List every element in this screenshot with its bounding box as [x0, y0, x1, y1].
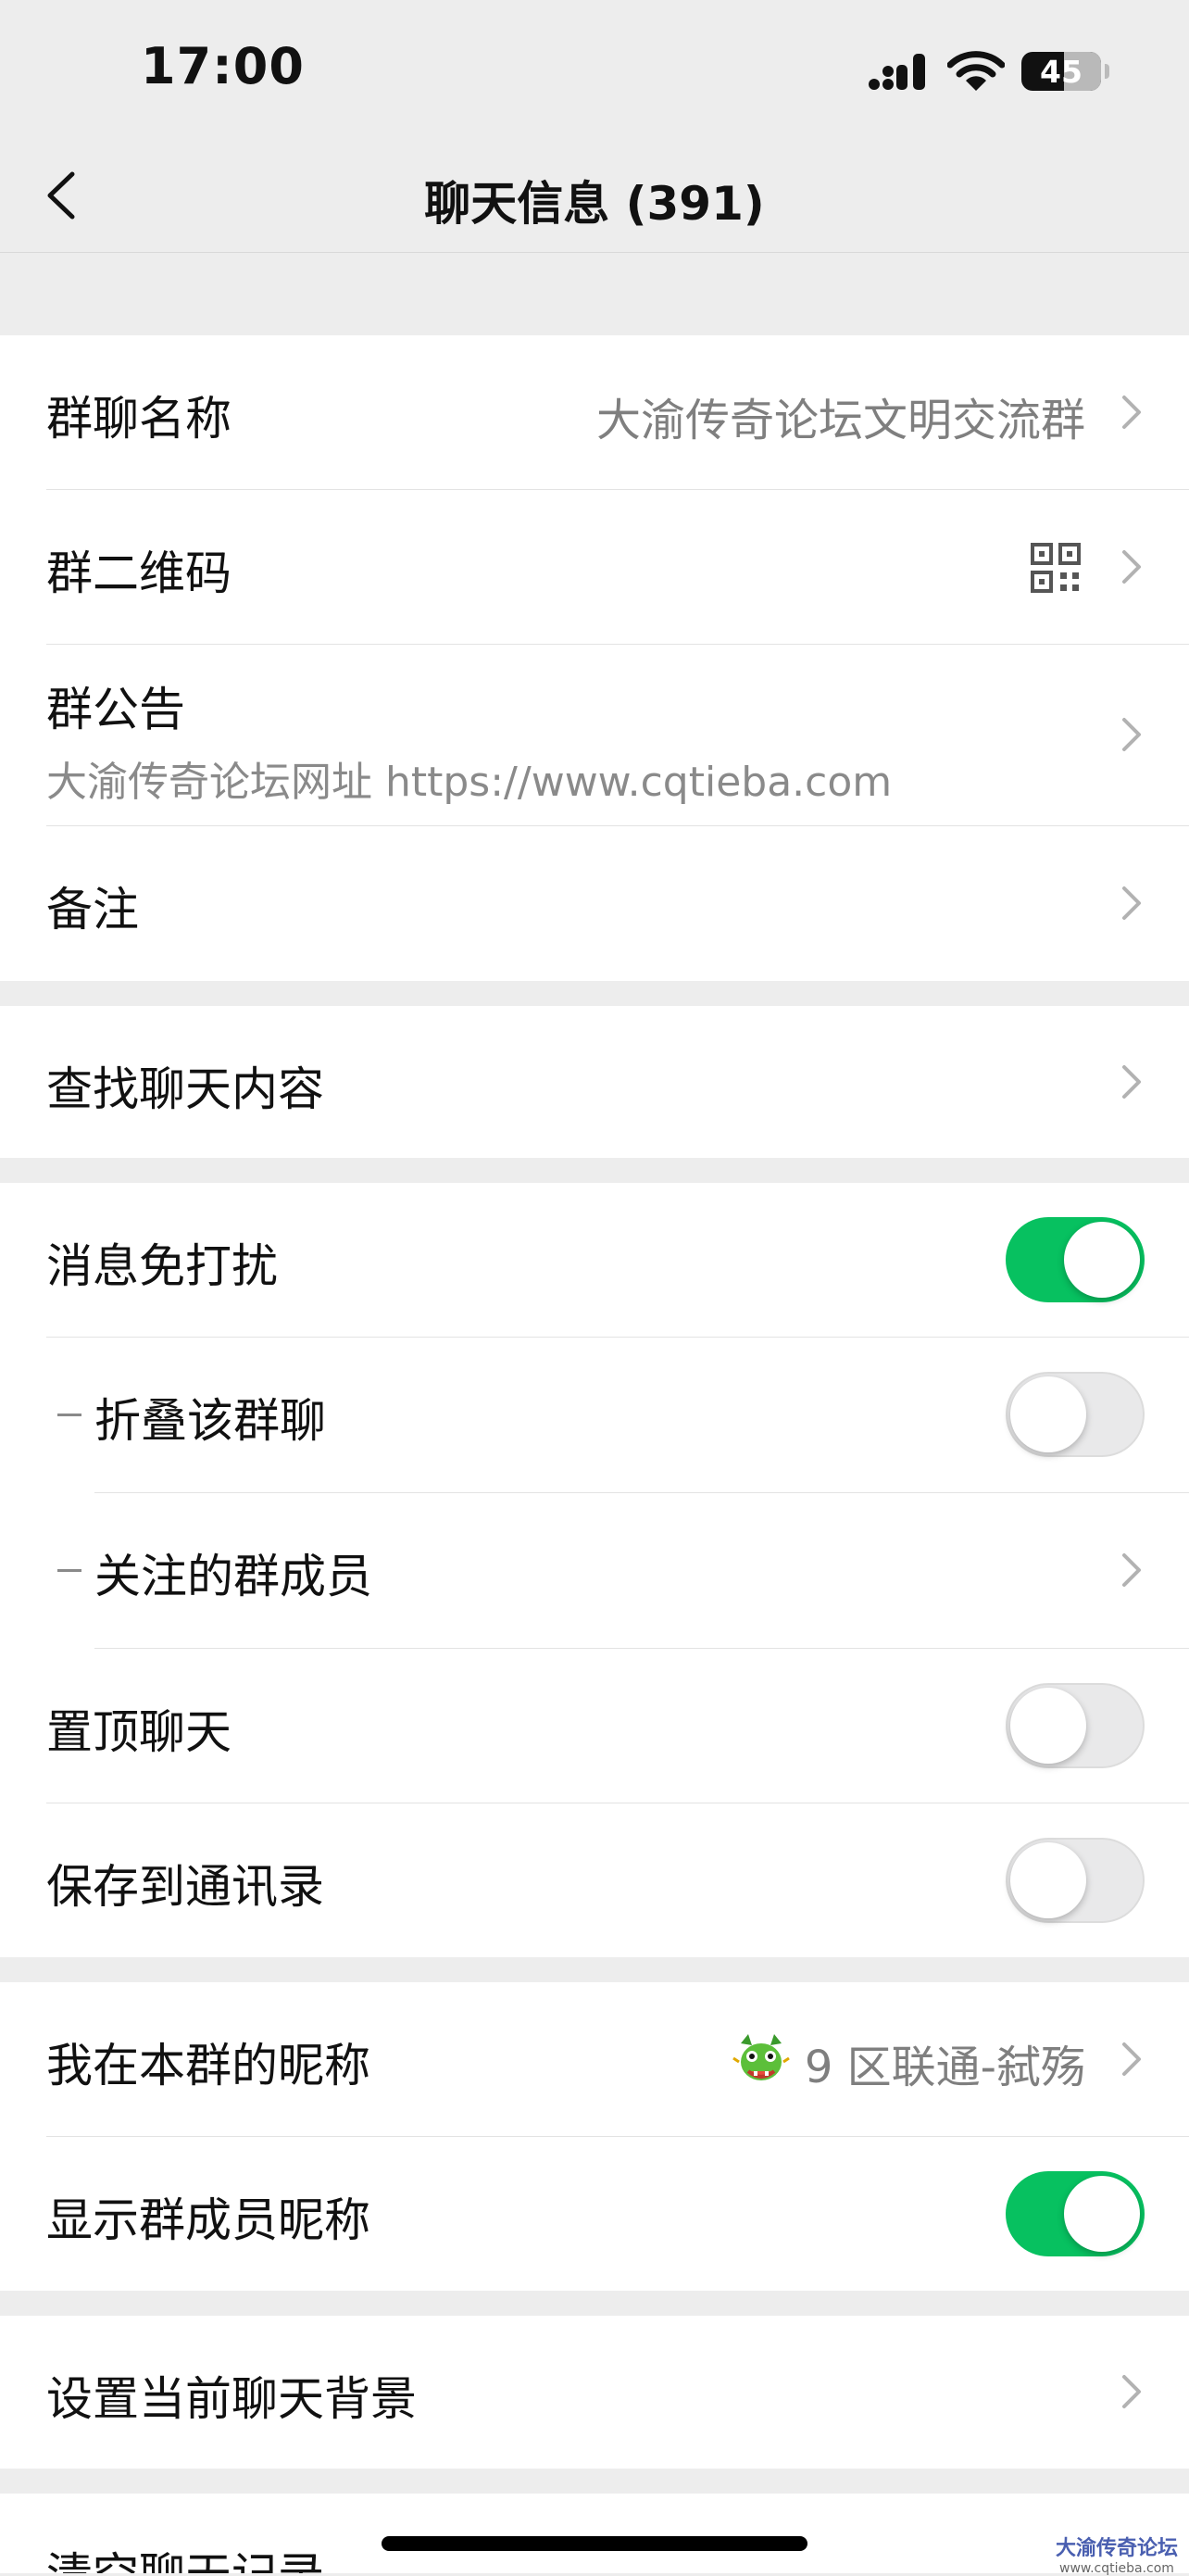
section-group-info: 群聊名称 大渝传奇论坛文明交流群 群二维码 群公告 大渝传奇论坛网址 https…: [0, 335, 1189, 981]
section-settings: 消息免打扰 折叠该群聊 关注的群成员 置顶聊天 保存到通讯录: [0, 1183, 1189, 1957]
followed-members-row[interactable]: 关注的群成员: [0, 1493, 1189, 1648]
watermark-title: 大渝传奇论坛: [1055, 2537, 1178, 2560]
mute-row: 消息免打扰: [0, 1183, 1189, 1337]
clear-history-label: 清空聊天记录: [46, 2538, 324, 2573]
announcement-preview: 大渝传奇论坛网址 https://www.cqtieba.com: [46, 759, 893, 806]
status-icons: 45: [868, 46, 1109, 96]
chevron-right-icon: [1122, 550, 1141, 584]
chevron-right-icon: [1122, 1553, 1141, 1587]
search-chat-row[interactable]: 查找聊天内容: [0, 1006, 1189, 1158]
my-nickname-label: 我在本群的昵称: [46, 2039, 370, 2092]
cellular-signal-icon: [869, 54, 925, 90]
status-bar: 17:00 45: [0, 0, 1189, 139]
section-background: 设置当前聊天背景: [0, 2316, 1189, 2469]
pin-chat-row: 置顶聊天: [0, 1649, 1189, 1803]
dragon-emoji-icon: [732, 2034, 790, 2080]
chat-background-row[interactable]: 设置当前聊天背景: [0, 2316, 1189, 2469]
group-name-value: 大渝传奇论坛文明交流群: [595, 395, 1085, 446]
show-nicknames-row: 显示群成员昵称: [0, 2137, 1189, 2291]
watermark: 大渝传奇论坛 www.cqtieba.com: [1056, 2532, 1178, 2576]
mute-label: 消息免打扰: [46, 1239, 278, 1293]
page-title: 聊天信息 (391): [424, 177, 765, 231]
chevron-right-icon: [1122, 396, 1141, 429]
qr-code-label: 群二维码: [46, 547, 232, 600]
wifi-icon: [947, 51, 1005, 91]
chevron-right-icon: [1122, 2375, 1141, 2408]
group-name-label: 群聊名称: [46, 392, 232, 446]
qr-code-row[interactable]: 群二维码: [0, 490, 1189, 644]
save-contacts-row: 保存到通讯录: [0, 1803, 1189, 1957]
qr-code-icon: [1031, 543, 1081, 593]
announcement-label: 群公告: [46, 683, 185, 736]
battery-icon: 45: [1021, 52, 1109, 91]
fold-label: 折叠该群聊: [94, 1394, 326, 1448]
pin-chat-toggle[interactable]: [1006, 1683, 1145, 1768]
clear-history-row[interactable]: 清空聊天记录: [0, 2494, 1189, 2573]
indent-dash: [57, 1569, 81, 1572]
mute-toggle[interactable]: [1006, 1217, 1145, 1302]
indent-dash: [57, 1414, 81, 1416]
fold-toggle[interactable]: [1006, 1372, 1145, 1457]
my-nickname-value: 9 区联通-弑殇: [804, 2042, 1085, 2093]
followed-members-label: 关注的群成员: [94, 1550, 372, 1603]
my-nickname-row[interactable]: 我在本群的昵称 9 区联通-弑殇: [0, 1982, 1189, 2136]
search-chat-label: 查找聊天内容: [46, 1062, 324, 1116]
battery-level: 45: [1040, 53, 1083, 90]
chevron-right-icon: [1122, 718, 1141, 751]
show-nicknames-label: 显示群成员昵称: [46, 2193, 370, 2247]
section-nickname: 我在本群的昵称 9 区联通-弑殇 显示群成员昵称: [0, 1982, 1189, 2291]
remark-row[interactable]: 备注: [0, 826, 1189, 981]
announcement-row[interactable]: 群公告 大渝传奇论坛网址 https://www.cqtieba.com: [0, 645, 1189, 825]
section-search: 查找聊天内容: [0, 1006, 1189, 1158]
status-time: 17:00: [141, 37, 305, 95]
save-contacts-toggle[interactable]: [1006, 1838, 1145, 1923]
fold-row: 折叠该群聊: [0, 1338, 1189, 1492]
chevron-right-icon: [1122, 2042, 1141, 2076]
nav-bar: 聊天信息 (391): [0, 139, 1189, 253]
home-indicator[interactable]: [382, 2536, 807, 2551]
section-clear-history: 清空聊天记录: [0, 2494, 1189, 2573]
remark-label: 备注: [46, 883, 139, 936]
chevron-right-icon: [1122, 1065, 1141, 1099]
save-contacts-label: 保存到通讯录: [46, 1860, 324, 1914]
chat-background-label: 设置当前聊天背景: [46, 2372, 417, 2426]
show-nicknames-toggle[interactable]: [1006, 2171, 1145, 2256]
chevron-right-icon: [1122, 886, 1141, 920]
pin-chat-label: 置顶聊天: [46, 1705, 232, 1759]
watermark-url: www.cqtieba.com: [1059, 2561, 1174, 2576]
group-name-row[interactable]: 群聊名称 大渝传奇论坛文明交流群: [0, 335, 1189, 489]
